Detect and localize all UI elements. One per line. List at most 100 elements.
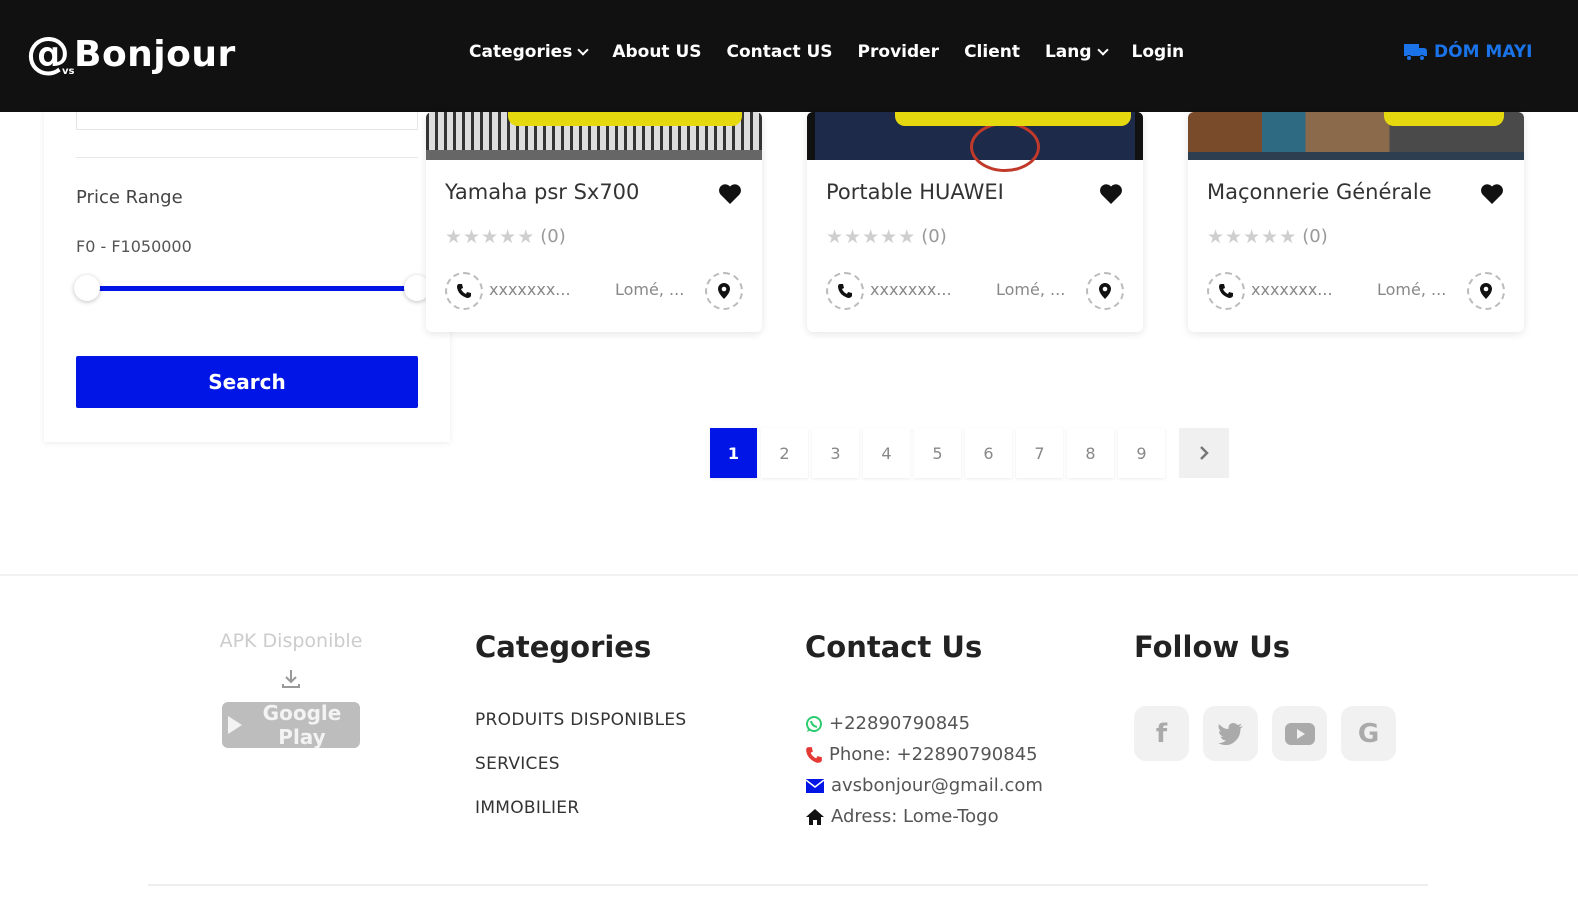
contact-email[interactable]: avsbonjour@gmail.com: [805, 770, 1043, 801]
nav-label: Login: [1131, 42, 1185, 62]
star-icon: ★: [481, 225, 499, 248]
page-link[interactable]: 1: [710, 428, 757, 478]
phone-text: xxxxxxx...: [1251, 280, 1333, 299]
rating-stars: ★ ★ ★ ★ ★ (0): [1207, 226, 1328, 247]
page-link[interactable]: 8: [1067, 428, 1114, 478]
footer-category-link[interactable]: SERVICES: [475, 754, 687, 774]
contact-list: +22890790845 Phone: +22890790845 avsbonj…: [805, 708, 1043, 832]
page-link[interactable]: 3: [812, 428, 859, 478]
star-icon: ★: [517, 225, 535, 248]
footer-divider: [0, 574, 1578, 576]
next-page-button[interactable]: [1179, 428, 1229, 478]
product-card[interactable]: Yamaha psr Sx700 ★ ★ ★ ★ ★ (0) xxxxxxx... Lo…: [426, 112, 762, 332]
product-card[interactable]: Maçonnerie Générale ★ ★ ★ ★ ★ (0) xxxxxxx...…: [1188, 112, 1524, 332]
price-range-slider[interactable]: [74, 275, 430, 301]
card-footer: xxxxxxx... Lomé, ...: [445, 272, 745, 312]
page-link[interactable]: 4: [863, 428, 910, 478]
page-link[interactable]: 2: [761, 428, 808, 478]
star-icon: ★: [1207, 225, 1225, 248]
price-range-value: F0 - F1050000: [76, 237, 192, 256]
phone-icon: [806, 746, 822, 763]
star-icon: ★: [826, 225, 844, 248]
whatsapp-icon: [806, 715, 822, 732]
nav-label: Client: [964, 42, 1020, 62]
star-icon: ★: [1261, 225, 1279, 248]
star-icon: ★: [1225, 225, 1243, 248]
footer-categories-title: Categories: [475, 630, 652, 664]
map-pin-icon[interactable]: [1467, 272, 1505, 310]
nav-lang[interactable]: Lang: [1044, 42, 1109, 62]
star-icon: ★: [463, 225, 481, 248]
whatsapp-number: +22890790845: [829, 713, 971, 734]
cta-link[interactable]: DÓM MAYI: [1404, 42, 1532, 62]
product-image[interactable]: [426, 112, 762, 160]
card-footer: xxxxxxx... Lomé, ...: [1207, 272, 1507, 312]
star-icon: ★: [1243, 225, 1261, 248]
footer-follow-title: Follow Us: [1134, 630, 1291, 664]
filter-input[interactable]: [76, 112, 418, 130]
star-icon: ★: [880, 225, 898, 248]
slider-min-handle[interactable]: [74, 275, 100, 301]
map-pin-icon[interactable]: [705, 272, 743, 310]
nav-about-us[interactable]: About US: [612, 42, 701, 62]
logo-text: Bonjour: [74, 33, 236, 75]
page-link[interactable]: 7: [1016, 428, 1063, 478]
rating-count: (0): [540, 226, 566, 247]
top-navbar: @ vs Bonjour Categories About US Contact…: [0, 0, 1578, 112]
nav-login[interactable]: Login: [1132, 42, 1185, 62]
footer-bottom-divider: [148, 884, 1428, 886]
phone-text: xxxxxxx...: [489, 280, 571, 299]
facebook-icon[interactable]: f: [1134, 706, 1189, 761]
apk-title: APK Disponible: [219, 630, 363, 652]
star-icon: ★: [1279, 225, 1297, 248]
product-title[interactable]: Portable HUAWEI: [826, 180, 1004, 204]
phone-icon[interactable]: [445, 272, 483, 310]
email-address: avsbonjour@gmail.com: [831, 775, 1043, 796]
footer-contact-title: Contact Us: [805, 630, 983, 664]
map-pin-icon[interactable]: [1086, 272, 1124, 310]
divider: [76, 157, 418, 158]
location-text: Lomé, ...: [1377, 280, 1447, 299]
google-play-badge[interactable]: Google Play: [222, 701, 360, 749]
apk-download: APK Disponible Google Play: [208, 630, 374, 749]
contact-whatsapp[interactable]: +22890790845: [805, 708, 1043, 739]
product-image[interactable]: [1188, 112, 1524, 160]
youtube-icon[interactable]: [1272, 706, 1327, 761]
location-text: Lomé, ...: [996, 280, 1066, 299]
download-icon[interactable]: [280, 668, 302, 690]
star-icon: ★: [844, 225, 862, 248]
heart-icon[interactable]: [718, 183, 742, 205]
page-link[interactable]: 9: [1118, 428, 1165, 478]
product-card[interactable]: Portable HUAWEI ★ ★ ★ ★ ★ (0) xxxxxxx... Lom…: [807, 112, 1143, 332]
chevron-down-icon: [577, 43, 589, 56]
twitter-icon[interactable]: [1203, 706, 1258, 761]
product-title[interactable]: Yamaha psr Sx700: [445, 180, 639, 204]
footer-category-link[interactable]: IMMOBILIER: [475, 798, 687, 818]
footer-follow: Follow Us f G: [1134, 630, 1396, 761]
nav-categories[interactable]: Categories: [469, 42, 589, 62]
product-title[interactable]: Maçonnerie Générale: [1207, 180, 1432, 204]
phone-icon[interactable]: [1207, 272, 1245, 310]
nav-client[interactable]: Client: [964, 42, 1020, 62]
page-link[interactable]: 5: [914, 428, 961, 478]
google-play-icon: [228, 716, 242, 734]
phone-text: xxxxxxx...: [870, 280, 952, 299]
nav-label: Lang: [1044, 42, 1092, 62]
google-icon[interactable]: G: [1341, 706, 1396, 761]
heart-icon[interactable]: [1480, 183, 1504, 205]
nav-contact-us[interactable]: Contact US: [727, 42, 833, 62]
footer-category-link[interactable]: PRODUITS DISPONIBLES: [475, 710, 687, 730]
footer-contact: Contact Us +22890790845 Phone: +22890790…: [805, 630, 1043, 832]
site-logo[interactable]: @ vs Bonjour: [26, 32, 236, 78]
phone-icon[interactable]: [826, 272, 864, 310]
heart-icon[interactable]: [1099, 183, 1123, 205]
cta-label: DÓM MAYI: [1434, 42, 1533, 62]
contact-phone[interactable]: Phone: +22890790845: [805, 739, 1043, 770]
nav-provider[interactable]: Provider: [858, 42, 940, 62]
search-button[interactable]: Search: [76, 356, 418, 408]
footer-categories: Categories PRODUITS DISPONIBLES SERVICES…: [475, 630, 687, 818]
page-link[interactable]: 6: [965, 428, 1012, 478]
star-icon: ★: [862, 225, 880, 248]
product-image[interactable]: [807, 112, 1143, 172]
rating-stars: ★ ★ ★ ★ ★ (0): [826, 226, 947, 247]
